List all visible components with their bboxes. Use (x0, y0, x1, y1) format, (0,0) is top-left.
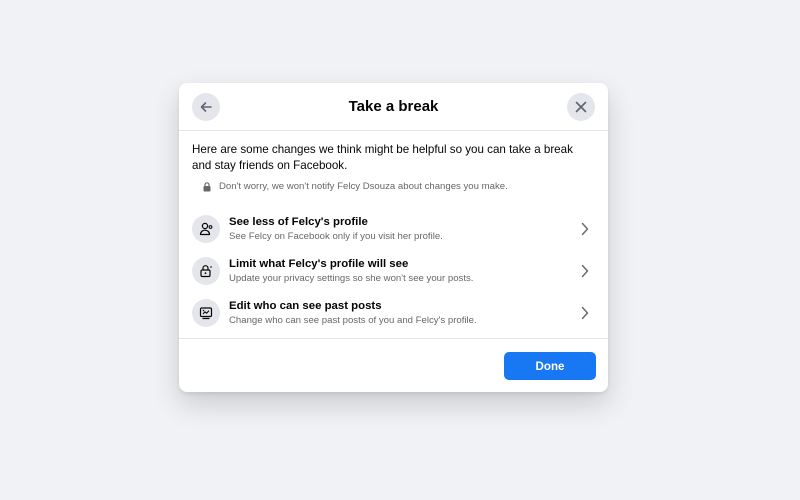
dialog-header: Take a break (179, 83, 608, 131)
intro-text: Here are some changes we think might be … (192, 143, 573, 172)
option-subtitle: See Felcy on Facebook only if you visit … (229, 231, 443, 242)
privacy-notice: Don't worry, we won't notify Felcy Dsouz… (201, 180, 595, 194)
options-list: See less of Felcy's profile See Felcy on… (192, 208, 595, 334)
dialog-footer: Done (179, 338, 608, 392)
person-icon (192, 215, 220, 243)
option-text: See less of Felcy's profile See Felcy on… (229, 215, 579, 243)
chevron-right-icon (579, 263, 591, 279)
option-subtitle: Change who can see past posts of you and… (229, 315, 477, 326)
option-limit-profile[interactable]: Limit what Felcy's profile will see Upda… (192, 250, 595, 292)
close-button[interactable] (567, 93, 595, 121)
posts-icon (192, 299, 220, 327)
dialog-body: Here are some changes we think might be … (179, 131, 608, 334)
done-button[interactable]: Done (504, 352, 596, 380)
option-text: Edit who can see past posts Change who c… (229, 299, 579, 327)
option-title: See less of Felcy's profile (229, 216, 368, 228)
chevron-right-icon (579, 221, 591, 237)
close-icon (574, 100, 588, 114)
option-title: Edit who can see past posts (229, 300, 382, 312)
option-title: Limit what Felcy's profile will see (229, 258, 409, 270)
notice-text: Don't worry, we won't notify Felcy Dsouz… (219, 181, 508, 192)
chevron-right-icon (579, 305, 591, 321)
option-subtitle: Update your privacy settings so she won'… (229, 273, 474, 284)
option-edit-past-posts[interactable]: Edit who can see past posts Change who c… (192, 292, 595, 334)
lock-icon (192, 257, 220, 285)
take-a-break-dialog: Take a break Here are some changes we th… (179, 83, 608, 392)
lock-icon (201, 181, 213, 193)
dialog-title: Take a break (348, 98, 439, 115)
option-text: Limit what Felcy's profile will see Upda… (229, 257, 579, 285)
option-see-less[interactable]: See less of Felcy's profile See Felcy on… (192, 208, 595, 250)
